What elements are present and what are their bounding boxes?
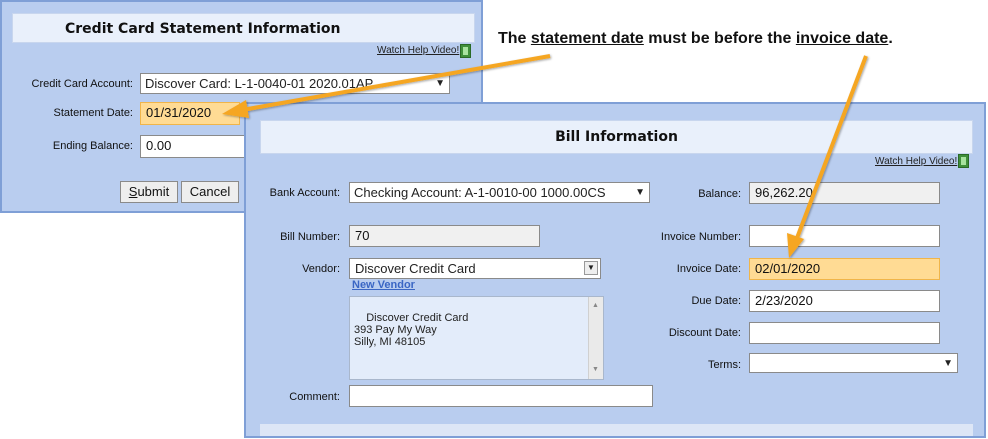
- cc-help-video-link[interactable]: Watch Help Video!: [377, 45, 459, 56]
- film-icon[interactable]: [460, 44, 471, 58]
- statement-date-label: Statement Date:: [53, 107, 134, 119]
- bill-number-input[interactable]: 70: [349, 225, 540, 247]
- comment-input[interactable]: [349, 385, 653, 407]
- terms-select[interactable]: ▼: [749, 353, 958, 373]
- invoice-date-label: Invoice Date:: [676, 263, 741, 275]
- credit-card-account-label: Credit Card Account:: [31, 78, 134, 90]
- dropdown-caret-icon: ▼: [635, 187, 645, 198]
- bill-information-panel: Bill Information Watch Help Video! Bank …: [244, 102, 986, 438]
- invoice-date-term: invoice date: [795, 30, 889, 47]
- vendor-label: Vendor:: [302, 263, 340, 275]
- discount-date-label: Discount Date:: [668, 327, 741, 339]
- vendor-value: Discover Credit Card: [355, 261, 476, 276]
- bill-help-video-link[interactable]: Watch Help Video!: [875, 156, 957, 167]
- due-date-input[interactable]: 2/23/2020: [749, 290, 940, 312]
- address-scrollbar[interactable]: ▲ ▼: [588, 297, 603, 379]
- bill-panel-title: Bill Information: [260, 120, 973, 154]
- film-icon[interactable]: [958, 154, 969, 168]
- bill-number-label: Bill Number:: [280, 231, 340, 243]
- discount-date-input[interactable]: [749, 322, 940, 344]
- submit-button[interactable]: Submit: [120, 181, 178, 203]
- comment-label: Comment:: [289, 391, 340, 403]
- terms-label: Terms:: [708, 359, 741, 371]
- bank-account-label: Bank Account:: [269, 187, 340, 199]
- bank-account-select[interactable]: Checking Account: A-1-0010-00 1000.00CS …: [349, 182, 650, 203]
- vendor-address-text: Discover Credit Card 393 Pay My Way Sill…: [354, 312, 469, 348]
- ending-balance-input[interactable]: 0.00: [140, 135, 250, 158]
- invoice-date-input[interactable]: 02/01/2020: [749, 258, 940, 280]
- credit-card-account-select[interactable]: Discover Card: L-1-0040-01 2020.01AP ▼: [140, 73, 450, 94]
- balance-label: Balance:: [698, 188, 741, 200]
- dropdown-caret-icon: ▼: [435, 78, 445, 89]
- dropdown-caret-icon: ▼: [584, 261, 598, 275]
- vendor-address-box: Discover Credit Card 393 Pay My Way Sill…: [349, 296, 604, 380]
- statement-date-input[interactable]: 01/31/2020: [140, 102, 240, 125]
- statement-date-term: statement date: [530, 30, 644, 47]
- annotation-text: The statement date must be before the in…: [498, 30, 893, 47]
- cancel-button[interactable]: Cancel: [181, 181, 239, 203]
- cc-panel-title: Credit Card Statement Information: [12, 13, 475, 43]
- ending-balance-label: Ending Balance:: [52, 140, 133, 152]
- new-vendor-link[interactable]: New Vendor: [352, 279, 415, 291]
- due-date-label: Due Date:: [691, 295, 741, 307]
- bill-panel-footer: [260, 424, 973, 436]
- vendor-select[interactable]: Discover Credit Card ▼: [349, 258, 601, 279]
- invoice-number-label: Invoice Number:: [660, 231, 741, 243]
- credit-card-account-value: Discover Card: L-1-0040-01 2020.01AP: [145, 76, 374, 91]
- dropdown-caret-icon: ▼: [943, 358, 953, 369]
- invoice-number-input[interactable]: [749, 225, 940, 247]
- bank-account-value: Checking Account: A-1-0010-00 1000.00CS: [354, 185, 606, 200]
- balance-field: 96,262.20: [749, 182, 940, 204]
